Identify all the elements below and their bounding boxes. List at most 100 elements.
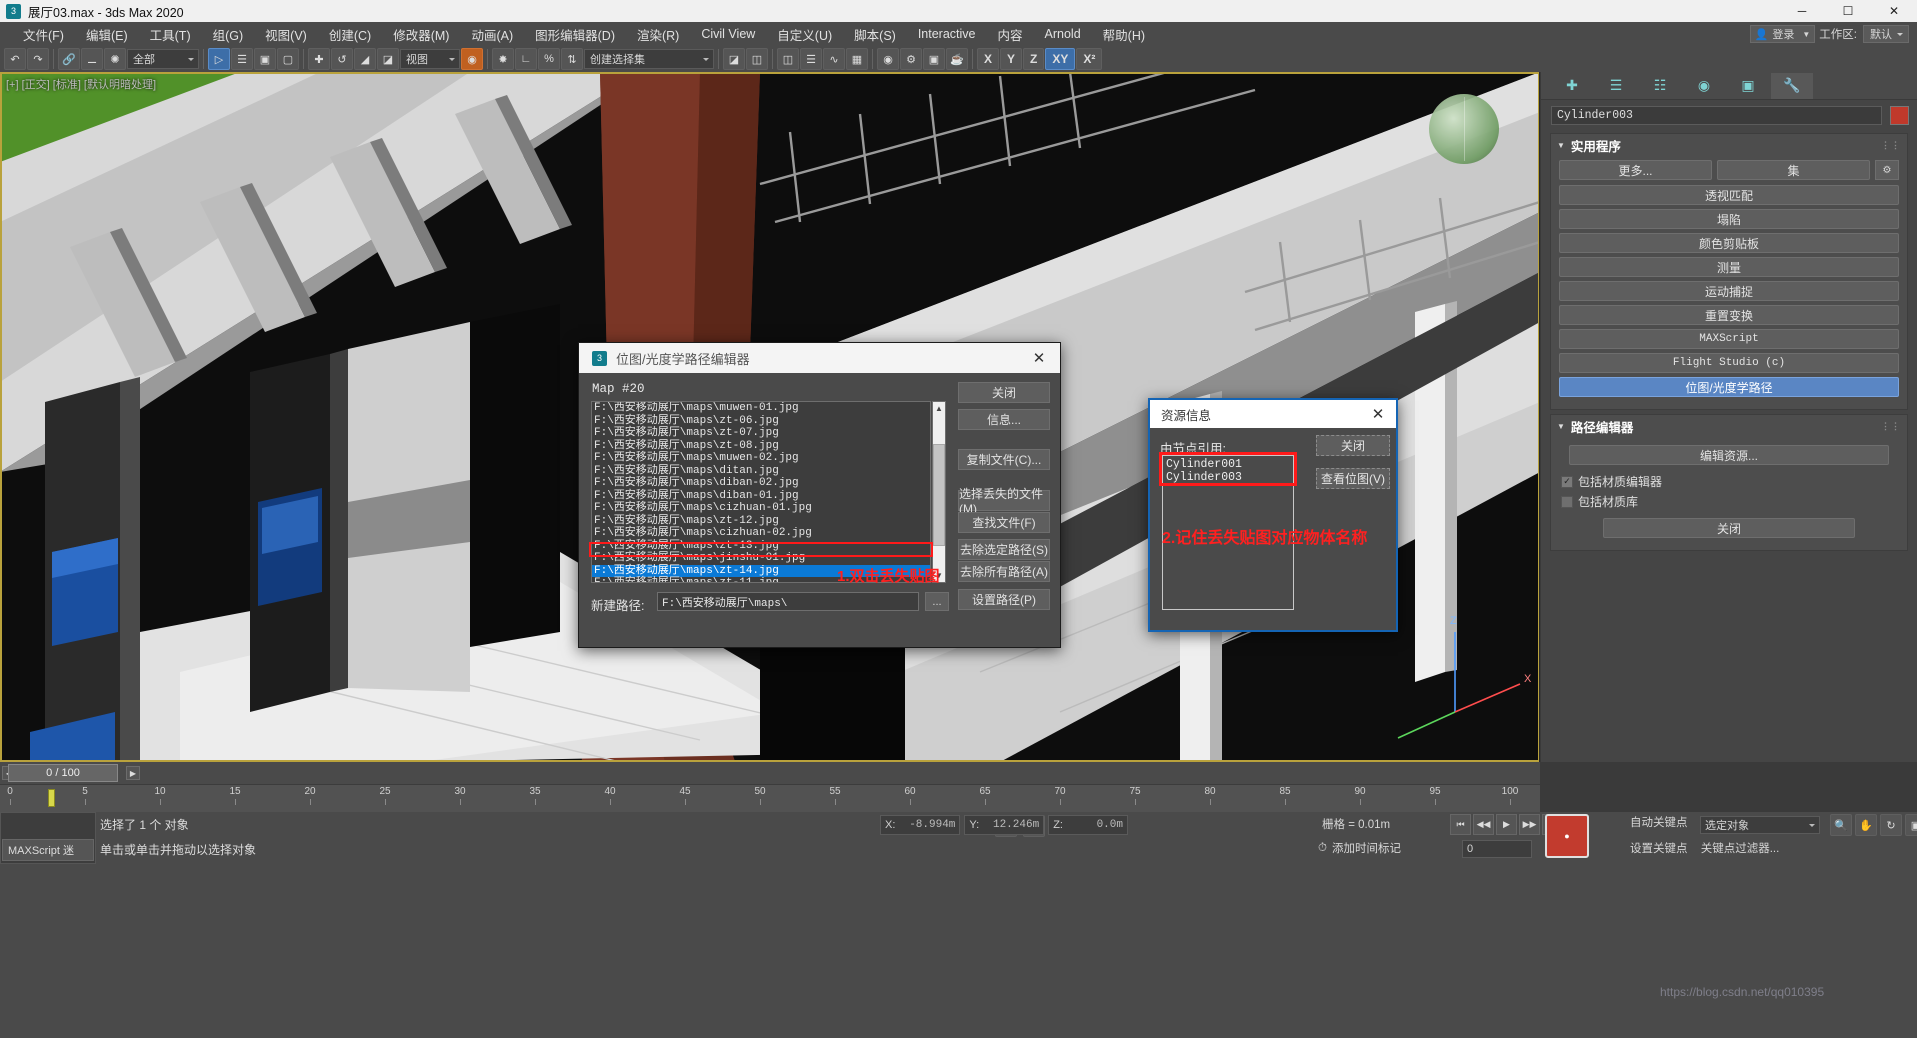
menu-item-rendering[interactable]: 渲染(R) xyxy=(626,22,690,47)
create-tab-icon[interactable]: ✚ xyxy=(1551,73,1593,99)
material-editor-icon[interactable]: ◉ xyxy=(877,48,899,70)
bitmap-path-editor-dialog[interactable]: 3 位图/光度学路径编辑器 ✕ Map #20 F:\西安移动展厅\maps\m… xyxy=(578,342,1061,648)
auto-key-toggle-button[interactable]: ● xyxy=(1545,814,1589,858)
bitmap-list-scrollbar[interactable]: ▲ ▼ xyxy=(932,401,946,583)
menu-item-modifiers[interactable]: 修改器(M) xyxy=(382,22,460,47)
menu-item-file[interactable]: 文件(F) xyxy=(12,22,75,47)
ribbon-toggle-icon[interactable]: ☰ xyxy=(800,48,822,70)
bitmap-file-row[interactable]: F:\西安移动展厅\maps\muwen-01.jpg xyxy=(592,402,930,415)
strip-all-paths-button[interactable]: 去除所有路径(A) xyxy=(958,561,1050,582)
select-missing-files-button[interactable]: 选择丢失的文件(M) xyxy=(958,490,1050,511)
undo-icon[interactable]: ↶ xyxy=(4,48,26,70)
view-bitmap-button[interactable]: 查看位图(V) xyxy=(1316,468,1390,489)
axis-constraint-z[interactable]: Z xyxy=(1023,48,1044,70)
utility-reset-xform[interactable]: 重置变换 xyxy=(1559,305,1899,325)
select-rotate-icon[interactable]: ↺ xyxy=(331,48,353,70)
coord-z[interactable]: Z: 0.0m xyxy=(1048,815,1128,835)
workspace-select[interactable]: 默认 xyxy=(1863,25,1909,43)
sets-config-icon[interactable]: ⚙ xyxy=(1875,160,1899,180)
menu-item-views[interactable]: 视图(V) xyxy=(254,22,318,47)
bitmap-info-button[interactable]: 信息... xyxy=(958,409,1050,430)
minimize-button[interactable]: ─ xyxy=(1779,0,1825,22)
coord-y[interactable]: Y: 12.246m xyxy=(964,815,1044,835)
menu-item-interactive[interactable]: Interactive xyxy=(907,24,987,44)
checkbox-include-material-library[interactable] xyxy=(1561,496,1573,508)
resource-node-row[interactable]: Cylinder001 xyxy=(1166,458,1293,471)
render-production-icon[interactable]: ☕ xyxy=(946,48,968,70)
new-path-input[interactable]: F:\西安移动展厅\maps\ xyxy=(657,592,919,611)
utility-collapse[interactable]: 塌陷 xyxy=(1559,209,1899,229)
menu-item-scripting[interactable]: 脚本(S) xyxy=(843,22,907,47)
browse-path-button[interactable]: ... xyxy=(925,592,949,611)
bitmap-file-row[interactable]: F:\西安移动展厅\maps\diban-02.jpg xyxy=(592,477,930,490)
align-icon[interactable]: ◫ xyxy=(746,48,768,70)
angle-snap-icon[interactable]: ∟ xyxy=(515,48,537,70)
utility-measure[interactable]: 测量 xyxy=(1559,257,1899,277)
utility-perspective-match[interactable]: 透视匹配 xyxy=(1559,185,1899,205)
bitmap-file-row[interactable]: F:\西安移动展厅\maps\zt-07.jpg xyxy=(592,427,930,440)
utility-color-clipboard[interactable]: 颜色剪贴板 xyxy=(1559,233,1899,253)
edit-resources-button[interactable]: 编辑资源... xyxy=(1569,445,1889,465)
sets-button[interactable]: 集 xyxy=(1717,160,1870,180)
include-material-library-row[interactable]: 包括材质库 xyxy=(1561,493,1899,510)
select-scale-icon[interactable]: ◢ xyxy=(354,48,376,70)
unlink-icon[interactable]: ⚊ xyxy=(81,48,103,70)
track-bar[interactable]: 0510152025303540455055606570758085909510… xyxy=(0,784,1540,812)
sign-in-button[interactable]: 👤 登录 ▼ xyxy=(1750,25,1816,43)
goto-start-icon[interactable]: ⏮ xyxy=(1450,814,1471,835)
bitmap-close-button[interactable]: 关闭 xyxy=(958,382,1050,403)
next-key-icon[interactable]: ▶▶ xyxy=(1519,814,1540,835)
layer-manager-icon[interactable]: ◫ xyxy=(777,48,799,70)
close-button[interactable]: ✕ xyxy=(1871,0,1917,22)
menu-item-edit[interactable]: 编辑(E) xyxy=(75,22,139,47)
time-slider-handle[interactable]: 0 / 100 xyxy=(8,764,118,782)
use-pivot-center-icon[interactable]: ◉ xyxy=(461,48,483,70)
motion-tab-icon[interactable]: ◉ xyxy=(1683,73,1725,99)
bitmap-file-row[interactable]: F:\西安移动展厅\maps\cizhuan-01.jpg xyxy=(592,502,930,515)
menu-item-create[interactable]: 创建(C) xyxy=(318,22,382,47)
maximize-viewport-icon[interactable]: ▣ xyxy=(1905,814,1917,836)
resource-info-dialog[interactable]: 资源信息 ✕ 由节点引用: Cylinder001Cylinder003 2.记… xyxy=(1148,398,1398,632)
animation-key-marker[interactable] xyxy=(48,789,55,807)
menu-item-content[interactable]: 内容 xyxy=(987,22,1034,47)
schematic-view-icon[interactable]: ▦ xyxy=(846,48,868,70)
bitmap-file-row[interactable]: F:\西安移动展厅\maps\zt-12.jpg xyxy=(592,515,930,528)
scroll-up-icon[interactable]: ▲ xyxy=(933,402,945,415)
axis-constraint-x[interactable]: X xyxy=(977,48,999,70)
next-frame-icon[interactable]: ▶ xyxy=(126,766,140,780)
maxscript-mini-listener[interactable]: MAXScript 迷 xyxy=(2,839,94,861)
copy-files-button[interactable]: 复制文件(C)... xyxy=(958,449,1050,470)
placement-icon[interactable]: ◪ xyxy=(377,48,399,70)
object-color-swatch[interactable] xyxy=(1890,106,1909,125)
current-frame-spinner[interactable]: 0 xyxy=(1462,840,1532,858)
coord-z-value[interactable]: 0.0m xyxy=(1067,819,1123,831)
bitmap-file-row[interactable]: F:\西安移动展厅\maps\ditan.jpg xyxy=(592,465,930,478)
reference-coord-select[interactable]: 视图 xyxy=(400,49,460,69)
percent-snap-icon[interactable]: % xyxy=(538,48,560,70)
utility-bitmap-photometric-path[interactable]: 位图/光度学路径 xyxy=(1559,377,1899,397)
set-key-label[interactable]: 设置关键点 xyxy=(1630,843,1688,855)
display-tab-icon[interactable]: ▣ xyxy=(1727,73,1769,99)
rollout-utilities-header[interactable]: ▼ 实用程序 ⋮⋮ xyxy=(1551,134,1907,156)
render-setup-icon[interactable]: ⚙ xyxy=(900,48,922,70)
bitmap-file-row[interactable]: F:\西安移动展厅\maps\zt-08.jpg xyxy=(592,440,930,453)
set-path-button[interactable]: 设置路径(P) xyxy=(958,589,1050,610)
object-name-field[interactable]: Cylinder003 xyxy=(1551,106,1882,125)
menu-item-animation[interactable]: 动画(A) xyxy=(460,22,524,47)
menu-item-graph-editors[interactable]: 图形编辑器(D) xyxy=(524,22,626,47)
include-material-editor-row[interactable]: ✓ 包括材质编辑器 xyxy=(1561,473,1899,490)
menu-item-customize[interactable]: 自定义(U) xyxy=(766,22,843,47)
utility-flight-studio[interactable]: Flight Studio (c) xyxy=(1559,353,1899,373)
coord-y-value[interactable]: 12.246m xyxy=(983,819,1039,831)
resource-node-row[interactable]: Cylinder003 xyxy=(1166,471,1293,484)
coord-x-value[interactable]: -8.994m xyxy=(899,819,955,831)
utilities-tab-icon[interactable]: 🔧 xyxy=(1771,73,1813,99)
select-object-icon[interactable]: ▷ xyxy=(208,48,230,70)
axis-constraint-other[interactable]: X² xyxy=(1076,48,1102,70)
zoom-icon[interactable]: 🔍 xyxy=(1830,814,1852,836)
axis-constraint-xy[interactable]: XY xyxy=(1045,48,1075,70)
more-button[interactable]: 更多... xyxy=(1559,160,1712,180)
mirror-icon[interactable]: ◪ xyxy=(723,48,745,70)
utility-maxscript[interactable]: MAXScript xyxy=(1559,329,1899,349)
strip-selected-path-button[interactable]: 去除选定路径(S) xyxy=(958,539,1050,560)
